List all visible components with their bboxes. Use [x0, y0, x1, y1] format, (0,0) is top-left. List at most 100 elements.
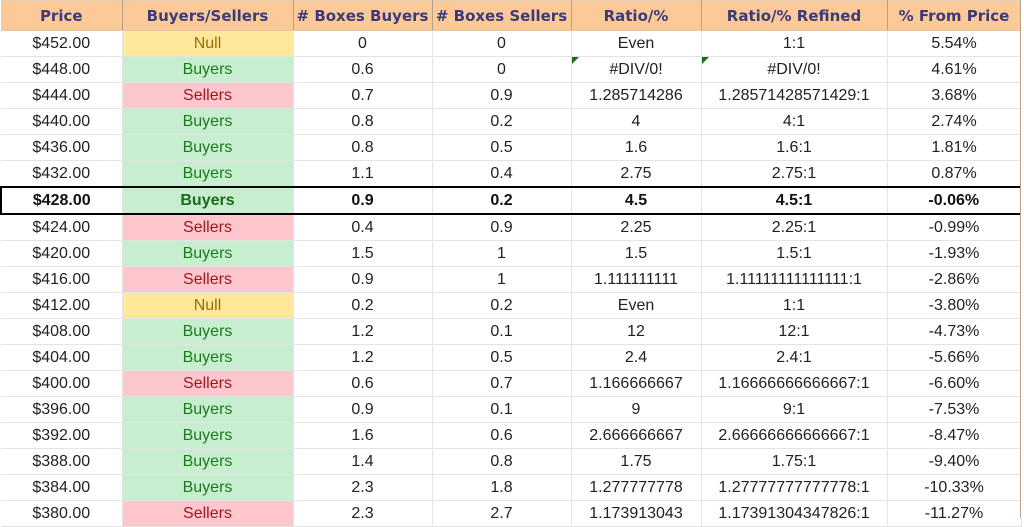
cell-side[interactable]: Buyers — [122, 56, 294, 83]
cell-ratio-refined[interactable]: 1:1 — [701, 30, 888, 57]
cell-side[interactable]: Sellers — [122, 370, 294, 397]
cell-boxes-sellers[interactable]: 0.5 — [432, 134, 572, 161]
cell-ratio[interactable]: 2.4 — [571, 344, 702, 371]
cell-ratio-refined[interactable]: 1.6:1 — [701, 134, 888, 161]
cell-pct-from-price[interactable]: -0.99% — [887, 214, 1022, 241]
cell-boxes-sellers[interactable]: 1 — [432, 266, 572, 293]
cell-boxes-buyers[interactable]: 1.6 — [293, 422, 433, 449]
cell-boxes-sellers[interactable]: 1.8 — [432, 474, 572, 501]
cell-price[interactable]: $392.00 — [1, 422, 123, 449]
cell-price[interactable]: $380.00 — [1, 500, 123, 527]
cell-boxes-buyers[interactable]: 2.3 — [293, 500, 433, 527]
cell-ratio[interactable]: #DIV/0! — [571, 56, 702, 83]
cell-ratio[interactable]: 2.25 — [571, 214, 702, 241]
cell-pct-from-price[interactable]: -2.86% — [887, 266, 1022, 293]
cell-pct-from-price[interactable]: 5.54% — [887, 30, 1022, 57]
cell-ratio-refined[interactable]: 12:1 — [701, 318, 888, 345]
cell-boxes-sellers[interactable]: 2.7 — [432, 500, 572, 527]
cell-boxes-sellers[interactable]: 0.9 — [432, 214, 572, 241]
cell-side[interactable]: Sellers — [122, 500, 294, 527]
cell-ratio[interactable]: 12 — [571, 318, 702, 345]
cell-ratio[interactable]: 4 — [571, 108, 702, 135]
cell-side[interactable]: Buyers — [122, 240, 294, 267]
cell-side[interactable]: Buyers — [122, 344, 294, 371]
cell-boxes-sellers[interactable]: 0.8 — [432, 448, 572, 475]
cell-pct-from-price[interactable]: -5.66% — [887, 344, 1022, 371]
cell-pct-from-price[interactable]: -8.47% — [887, 422, 1022, 449]
cell-pct-from-price[interactable]: -10.33% — [887, 474, 1022, 501]
cell-pct-from-price[interactable]: -9.40% — [887, 448, 1022, 475]
cell-boxes-sellers[interactable]: 0 — [432, 56, 572, 83]
cell-ratio-refined[interactable]: 1.75:1 — [701, 448, 888, 475]
cell-ratio-refined[interactable]: 4:1 — [701, 108, 888, 135]
cell-boxes-buyers[interactable]: 0.7 — [293, 82, 433, 109]
cell-boxes-buyers[interactable]: 1.4 — [293, 448, 433, 475]
cell-boxes-buyers[interactable]: 0.2 — [293, 292, 433, 319]
cell-side[interactable]: Sellers — [122, 266, 294, 293]
cell-boxes-buyers[interactable]: 1.2 — [293, 344, 433, 371]
cell-ratio-refined[interactable]: 2.4:1 — [701, 344, 888, 371]
header-buyers-sellers[interactable]: Buyers/Sellers — [122, 0, 294, 31]
cell-side[interactable]: Sellers — [122, 82, 294, 109]
error-indicator-icon[interactable] — [701, 57, 709, 64]
cell-boxes-buyers[interactable]: 0.8 — [293, 134, 433, 161]
cell-pct-from-price[interactable]: -4.73% — [887, 318, 1022, 345]
cell-ratio-refined[interactable]: 1.27777777777778:1 — [701, 474, 888, 501]
cell-boxes-sellers[interactable]: 0.1 — [432, 318, 572, 345]
cell-ratio[interactable]: 1.75 — [571, 448, 702, 475]
cell-price[interactable]: $444.00 — [1, 82, 123, 109]
cell-side[interactable]: Buyers — [122, 474, 294, 501]
cell-price[interactable]: $416.00 — [1, 266, 123, 293]
cell-pct-from-price[interactable]: 3.68% — [887, 82, 1022, 109]
cell-side[interactable]: Buyers — [122, 160, 294, 188]
cell-boxes-buyers[interactable]: 0.6 — [293, 370, 433, 397]
cell-ratio[interactable]: 1.173913043 — [571, 500, 702, 527]
cell-ratio[interactable]: 9 — [571, 396, 702, 423]
cell-price[interactable]: $428.00 — [0, 186, 123, 215]
cell-ratio[interactable]: Even — [571, 292, 702, 319]
cell-ratio-refined[interactable]: #DIV/0! — [701, 56, 888, 83]
cell-ratio[interactable]: 1.285714286 — [571, 82, 702, 109]
cell-price[interactable]: $448.00 — [1, 56, 123, 83]
cell-ratio[interactable]: 4.5 — [571, 186, 702, 215]
cell-pct-from-price[interactable]: -0.06% — [887, 186, 1022, 215]
cell-price[interactable]: $412.00 — [1, 292, 123, 319]
cell-price[interactable]: $452.00 — [1, 30, 123, 57]
cell-boxes-sellers[interactable]: 1 — [432, 240, 572, 267]
cell-price[interactable]: $432.00 — [1, 160, 123, 188]
cell-boxes-sellers[interactable]: 0.2 — [432, 186, 572, 215]
cell-price[interactable]: $440.00 — [1, 108, 123, 135]
header-price[interactable]: Price — [1, 0, 123, 31]
cell-pct-from-price[interactable]: -11.27% — [887, 500, 1022, 527]
cell-ratio-refined[interactable]: 2.66666666666667:1 — [701, 422, 888, 449]
cell-boxes-sellers[interactable]: 0 — [432, 30, 572, 57]
cell-side[interactable]: Buyers — [122, 318, 294, 345]
cell-price[interactable]: $404.00 — [1, 344, 123, 371]
cell-side[interactable]: Buyers — [122, 108, 294, 135]
cell-boxes-sellers[interactable]: 0.2 — [432, 108, 572, 135]
cell-side[interactable]: Buyers — [122, 396, 294, 423]
error-indicator-icon[interactable] — [571, 57, 579, 64]
cell-pct-from-price[interactable]: -7.53% — [887, 396, 1022, 423]
cell-ratio[interactable]: 2.666666667 — [571, 422, 702, 449]
cell-ratio[interactable]: 1.166666667 — [571, 370, 702, 397]
cell-boxes-buyers[interactable]: 0.6 — [293, 56, 433, 83]
cell-boxes-buyers[interactable]: 0.8 — [293, 108, 433, 135]
cell-pct-from-price[interactable]: 1.81% — [887, 134, 1022, 161]
cell-boxes-buyers[interactable]: 0.9 — [293, 186, 433, 215]
cell-ratio[interactable]: 1.277777778 — [571, 474, 702, 501]
cell-side[interactable]: Buyers — [122, 186, 294, 215]
cell-ratio[interactable]: 1.111111111 — [571, 266, 702, 293]
cell-boxes-buyers[interactable]: 0.9 — [293, 266, 433, 293]
cell-ratio-refined[interactable]: 2.75:1 — [701, 160, 888, 188]
cell-pct-from-price[interactable]: 2.74% — [887, 108, 1022, 135]
cell-boxes-sellers[interactable]: 0.7 — [432, 370, 572, 397]
cell-boxes-sellers[interactable]: 0.5 — [432, 344, 572, 371]
cell-ratio-refined[interactable]: 2.25:1 — [701, 214, 888, 241]
header-ratio-refined[interactable]: Ratio/% Refined — [701, 0, 888, 31]
cell-boxes-buyers[interactable]: 0.9 — [293, 396, 433, 423]
cell-boxes-sellers[interactable]: 0.6 — [432, 422, 572, 449]
cell-ratio[interactable]: 1.5 — [571, 240, 702, 267]
header-ratio[interactable]: Ratio/% — [571, 0, 702, 31]
cell-ratio-refined[interactable]: 1.11111111111111:1 — [701, 266, 888, 293]
